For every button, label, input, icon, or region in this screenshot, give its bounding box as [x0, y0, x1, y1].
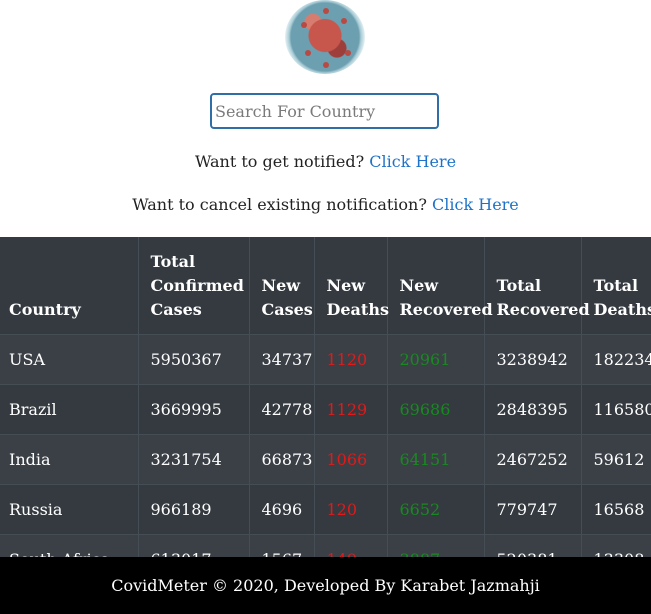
- header-country[interactable]: Country: [0, 237, 139, 334]
- table-row[interactable]: USA 5950367 34737 1120 20961 3238942 182…: [0, 333, 651, 384]
- cell-new-cases: 42778: [249, 383, 315, 434]
- stats-table-container[interactable]: Country Total Confirmed Cases New Cases …: [0, 237, 651, 557]
- cell-total-deaths: 13308: [581, 533, 651, 557]
- cell-total-deaths: 59612: [581, 433, 651, 484]
- cell-country: India: [0, 433, 139, 484]
- cell-new-recovered: 64151: [387, 433, 485, 484]
- search-input[interactable]: [210, 93, 439, 129]
- cancel-link[interactable]: Click Here: [432, 195, 519, 214]
- subscribe-text: Want to get notified?: [194, 152, 365, 171]
- header: [0, 0, 651, 78]
- cell-total-confirmed: 613017: [138, 533, 250, 557]
- cell-total-confirmed: 5950367: [138, 333, 250, 384]
- table-row[interactable]: South Africa 613017 1567 149 3887 520381…: [0, 533, 651, 557]
- cell-new-cases: 34737: [249, 333, 315, 384]
- cell-new-recovered: 3887: [387, 533, 485, 557]
- cell-new-deaths: 1129: [314, 383, 388, 434]
- cell-total-recovered: 779747: [484, 483, 582, 534]
- cell-total-recovered: 3238942: [484, 333, 582, 384]
- cell-total-confirmed: 3231754: [138, 433, 250, 484]
- cell-new-deaths: 1066: [314, 433, 388, 484]
- cell-total-confirmed: 3669995: [138, 383, 250, 434]
- cell-new-cases: 66873: [249, 433, 315, 484]
- cell-new-recovered: 6652: [387, 483, 485, 534]
- cell-country: USA: [0, 333, 139, 384]
- footer: CovidMeter © 2020, Developed By Karabet …: [0, 557, 651, 614]
- header-total-confirmed[interactable]: Total Confirmed Cases: [138, 237, 250, 334]
- header-new-deaths[interactable]: New Deaths: [314, 237, 389, 334]
- cell-total-recovered: 2467252: [484, 433, 582, 484]
- table-row[interactable]: Russia 966189 4696 120 6652 779747 16568: [0, 483, 651, 534]
- cell-new-deaths: 149: [314, 533, 388, 557]
- cell-new-deaths: 120: [314, 483, 388, 534]
- cell-total-confirmed: 966189: [138, 483, 250, 534]
- cell-total-deaths: 16568: [581, 483, 651, 534]
- cell-new-deaths: 1120: [314, 333, 388, 384]
- cell-new-cases: 1567: [249, 533, 315, 557]
- header-total-deaths[interactable]: Total Deaths: [581, 237, 651, 334]
- cell-total-deaths: 182234: [581, 333, 651, 384]
- coronavirus-logo-icon: [285, 0, 365, 74]
- subscribe-link[interactable]: Click Here: [369, 152, 456, 171]
- cell-new-cases: 4696: [249, 483, 315, 534]
- stats-table: Country Total Confirmed Cases New Cases …: [0, 237, 651, 557]
- cell-new-recovered: 20961: [387, 333, 485, 384]
- header-total-recovered[interactable]: Total Recovered: [484, 237, 590, 334]
- table-header-row: Country Total Confirmed Cases New Cases …: [0, 237, 651, 334]
- cancel-notice: Want to cancel existing notification? Cl…: [0, 195, 651, 214]
- header-new-cases[interactable]: New Cases: [249, 237, 315, 334]
- table-row[interactable]: India 3231754 66873 1066 64151 2467252 5…: [0, 433, 651, 484]
- header-new-recovered[interactable]: New Recovered: [387, 237, 493, 334]
- footer-text: CovidMeter © 2020, Developed By Karabet …: [111, 576, 540, 595]
- cell-total-deaths: 116580: [581, 383, 651, 434]
- subscribe-notice: Want to get notified? Click Here: [0, 152, 651, 171]
- cancel-text: Want to cancel existing notification?: [132, 195, 427, 214]
- cell-country: Russia: [0, 483, 139, 534]
- cell-country: South Africa: [0, 533, 139, 557]
- cell-new-recovered: 69686: [387, 383, 485, 434]
- cell-country: Brazil: [0, 383, 139, 434]
- page: Want to get notified? Click Here Want to…: [0, 0, 651, 614]
- cell-total-recovered: 520381: [484, 533, 582, 557]
- table-row[interactable]: Brazil 3669995 42778 1129 69686 2848395 …: [0, 383, 651, 434]
- cell-total-recovered: 2848395: [484, 383, 582, 434]
